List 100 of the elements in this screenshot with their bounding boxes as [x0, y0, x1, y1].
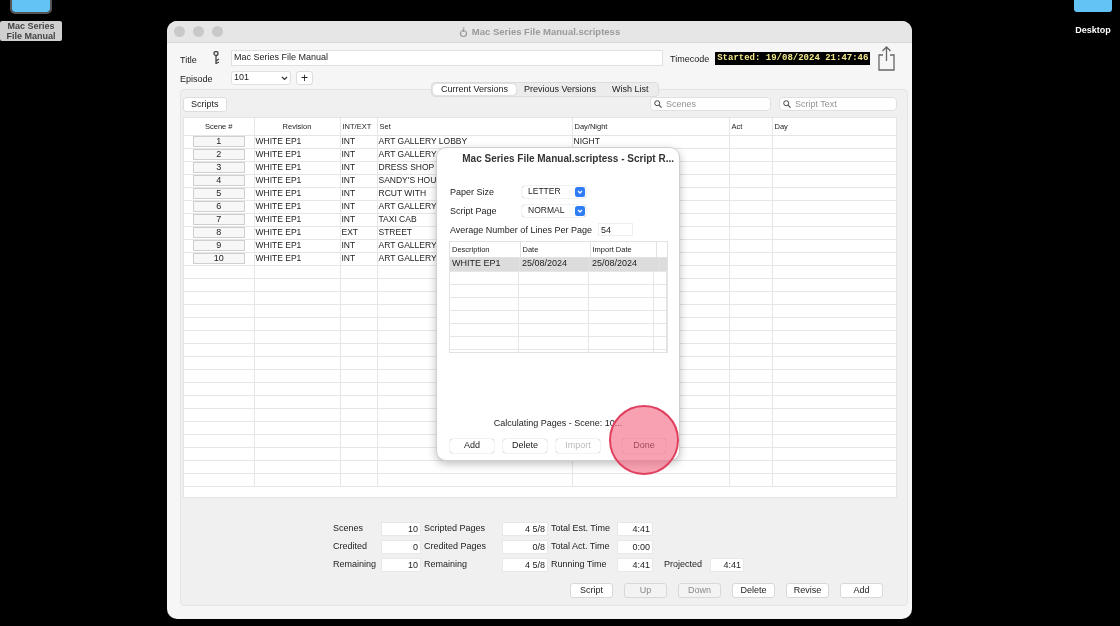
table-cell: INT: [341, 136, 356, 146]
scripts-button[interactable]: Scripts: [183, 97, 227, 112]
stat-value: 4:41: [617, 522, 653, 536]
dialog-button[interactable]: Delete: [503, 438, 547, 453]
chevron-down-icon: [575, 205, 585, 216]
scene-button[interactable]: 10: [192, 253, 245, 264]
key-icon: [213, 51, 221, 65]
folder-icon[interactable]: [1074, 0, 1112, 12]
table-cell: WHITE EP1: [255, 214, 302, 224]
table-cell: TAXI CAB: [378, 214, 417, 224]
scene-button[interactable]: 3: [192, 162, 245, 173]
table-cell: SANDY'S HOU: [378, 175, 437, 185]
stat-label: Remaining: [424, 558, 469, 572]
table-cell: WHITE EP1: [255, 175, 302, 185]
table-cell: EXT: [341, 227, 359, 237]
stat-label: Total Est. Time: [551, 522, 612, 536]
tab[interactable]: Wish List: [604, 84, 657, 95]
table-cell: WHITE EP1: [255, 188, 302, 198]
lines-per-page-field[interactable]: 54: [598, 223, 633, 236]
table-cell: WHITE EP1: [255, 149, 302, 159]
table-cell: INT: [341, 149, 356, 159]
action-button[interactable]: Script: [570, 583, 613, 598]
table-cell: INT: [341, 201, 356, 211]
table-cell: WHITE EP1: [255, 240, 302, 250]
scene-button[interactable]: 4: [192, 175, 245, 186]
minimize-button[interactable]: [193, 26, 204, 37]
stat-value: 0/8: [502, 540, 548, 554]
folder-icon[interactable]: [12, 0, 50, 12]
tab[interactable]: Current Versions: [433, 84, 517, 95]
action-button[interactable]: Revise: [786, 583, 829, 598]
scene-button[interactable]: 2: [192, 149, 245, 160]
table-cell-text: 25/08/2024: [521, 257, 569, 271]
stat-label: Credited Pages: [424, 540, 488, 554]
action-button[interactable]: Add: [840, 583, 883, 598]
stat-label: Running Time: [551, 558, 608, 572]
action-button[interactable]: Delete: [732, 583, 775, 598]
table-cell: ART GALLERY: [378, 201, 437, 211]
zoom-button[interactable]: [212, 26, 223, 37]
table-cell: ART GALLERY LOBBY: [378, 136, 468, 146]
table-cell-text: WHITE EP1: [451, 257, 502, 271]
stat-label: Projected: [664, 558, 704, 572]
table-cell: RCUT WITH: [378, 188, 427, 198]
scene-button[interactable]: 9: [192, 240, 245, 251]
search-icon: [783, 100, 791, 109]
table-cell: ART GALLERY: [378, 253, 437, 263]
stat-value: 4:41: [710, 558, 744, 572]
scene-button[interactable]: 6: [192, 201, 245, 212]
table-cell: WHITE EP1: [255, 162, 302, 172]
table-cell-text: 25/08/2024: [591, 257, 639, 271]
dropdown[interactable]: NORMAL: [522, 204, 586, 217]
status-text: Calculating Pages - Scene: 10...: [493, 418, 623, 428]
stat-value: 4 5/8: [502, 558, 548, 572]
table-cell: WHITE EP1: [255, 136, 302, 146]
episode-label: Episode: [180, 72, 214, 86]
table-cell: INT: [341, 162, 356, 172]
timecode-label: Timecode: [670, 52, 710, 66]
table-cell: ART GALLERY: [378, 240, 437, 250]
share-icon[interactable]: [877, 45, 897, 71]
table-cell: WHITE EP1: [255, 201, 302, 211]
table-cell: NIGHT: [573, 136, 600, 146]
stat-label: Remaining: [333, 558, 378, 572]
search-field[interactable]: Script Text: [779, 97, 897, 112]
close-button[interactable]: [174, 26, 185, 37]
title-field[interactable]: Mac Series File Manual: [231, 50, 663, 66]
field-label: Paper Size: [450, 186, 496, 200]
table-cell: INT: [341, 175, 356, 185]
table-cell: INT: [341, 188, 356, 198]
field-label: Script Page: [450, 205, 498, 219]
timecode-display: Started: 19/08/2024 21:47:46: [715, 51, 871, 65]
search-field[interactable]: Scenes: [650, 97, 771, 112]
stat-value: 4:41: [617, 558, 653, 572]
dropdown[interactable]: LETTER: [522, 185, 586, 198]
scene-button[interactable]: 1: [192, 136, 245, 147]
add-episode-button[interactable]: +: [296, 71, 313, 85]
stat-label: Scenes: [333, 522, 365, 536]
scene-button[interactable]: 8: [192, 227, 245, 238]
table-cell: INT: [341, 240, 356, 250]
table-cell: INT: [341, 214, 356, 224]
title-label: Title: [180, 53, 198, 67]
stat-value: 10: [381, 558, 421, 572]
chevron-down-icon: [281, 75, 288, 81]
dialog-button[interactable]: Add: [450, 438, 494, 453]
episode-select[interactable]: 101: [231, 71, 291, 85]
stat-value: 0: [381, 540, 421, 554]
scene-button[interactable]: 7: [192, 214, 245, 225]
scene-button[interactable]: 5: [192, 188, 245, 199]
folder-label[interactable]: Mac Series File Manual: [0, 21, 62, 41]
stat-label: Scripted Pages: [424, 522, 487, 536]
table-cell: WHITE EP1: [255, 227, 302, 237]
table-cell: ART GALLERY: [378, 149, 437, 159]
stat-label: Total Act. Time: [551, 540, 611, 554]
stat-label: Credited: [333, 540, 369, 554]
stat-value: 0:00: [617, 540, 653, 554]
chevron-down-icon: [575, 186, 585, 197]
folder-label[interactable]: Desktop: [1074, 25, 1112, 35]
dialog-title: Mac Series File Manual.scriptess - Script R...: [462, 151, 674, 166]
tab[interactable]: Previous Versions: [516, 84, 605, 95]
stat-value: 10: [381, 522, 421, 536]
stat-value: 4 5/8: [502, 522, 548, 536]
table-cell: STREET: [378, 227, 413, 237]
